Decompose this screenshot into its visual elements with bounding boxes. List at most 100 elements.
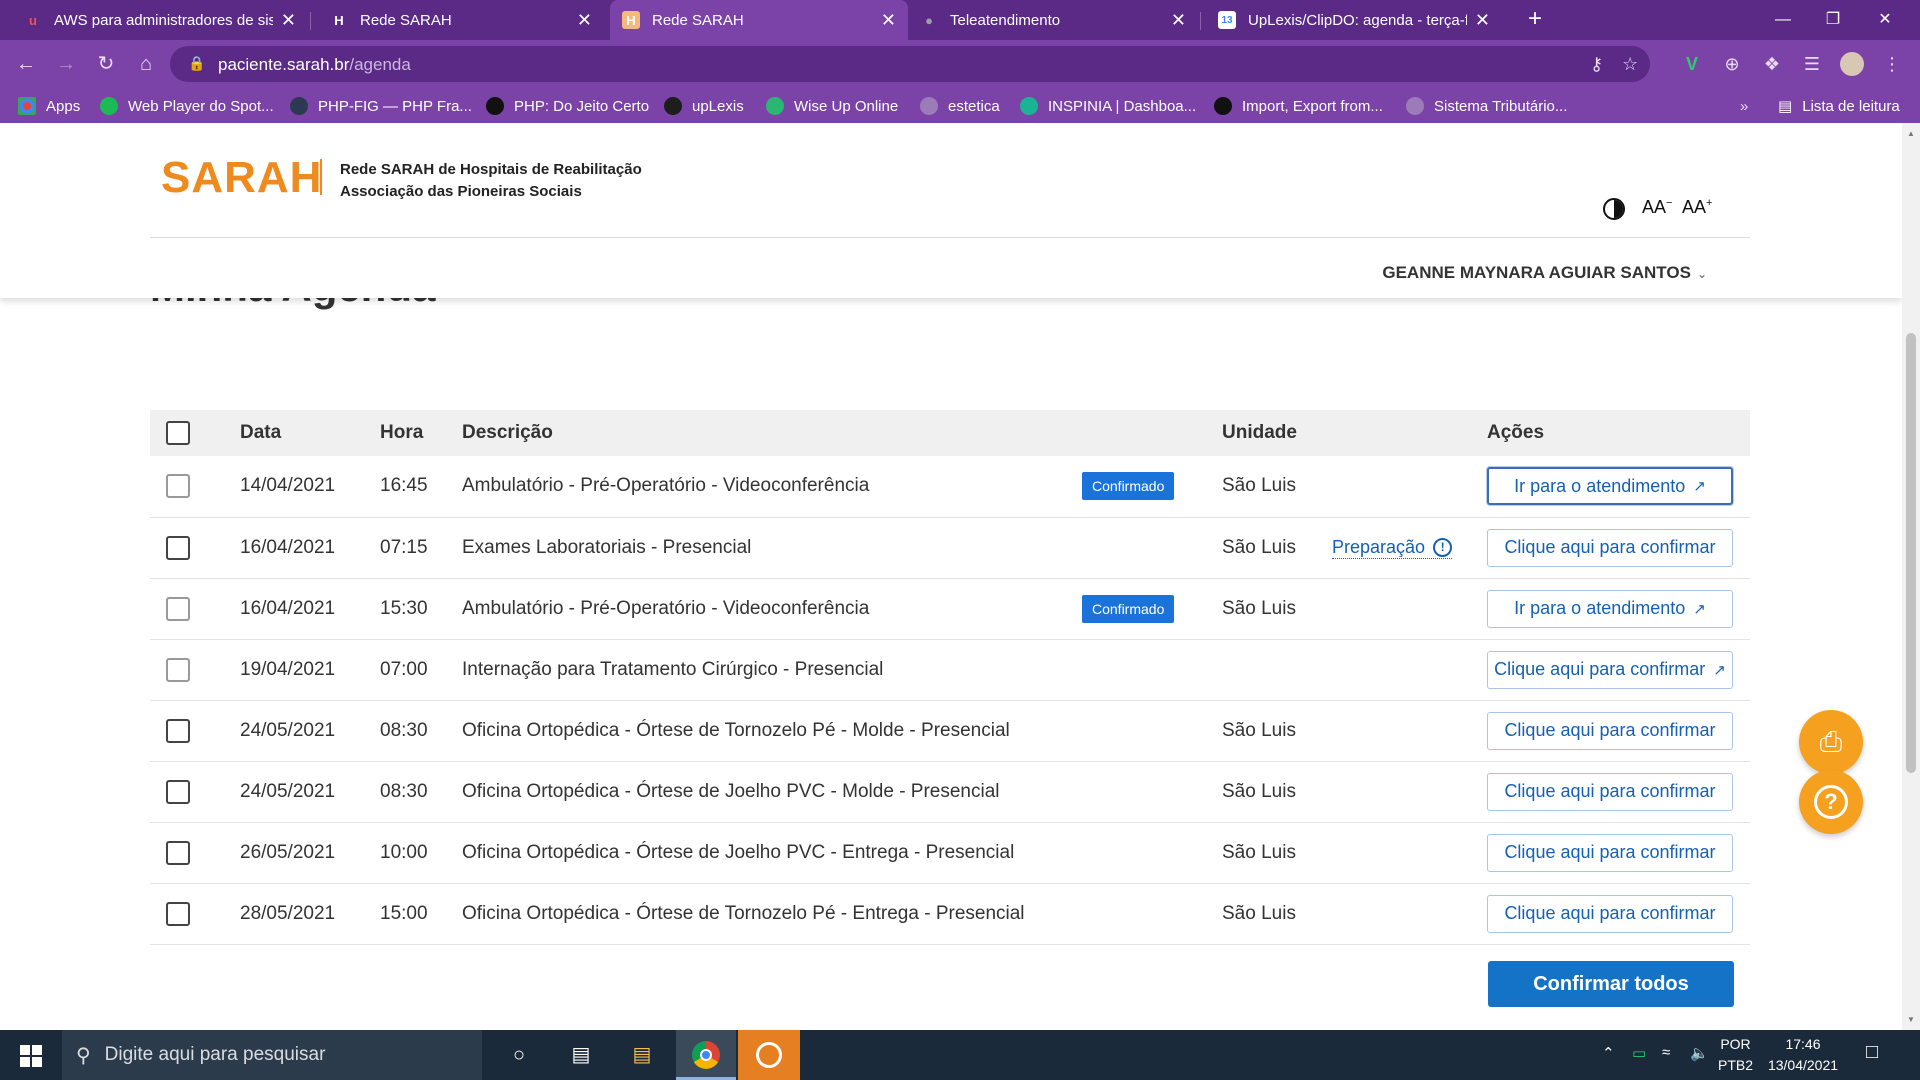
chevron-down-icon: ⌄	[1696, 267, 1707, 281]
scrollbar-thumb[interactable]	[1906, 333, 1916, 773]
close-tab-icon[interactable]: ✕	[881, 10, 896, 31]
bookmark-item[interactable]: upLexis	[664, 95, 744, 117]
row-checkbox[interactable]	[166, 657, 190, 682]
close-window-icon[interactable]: ✕	[1862, 0, 1908, 40]
row-time: 07:00	[380, 639, 462, 701]
row-checkbox[interactable]	[166, 535, 190, 560]
key-icon[interactable]: ⚷	[1590, 54, 1603, 75]
bookmark-item[interactable]: Apps	[18, 95, 80, 117]
reading-list-button[interactable]: ▤ Lista de leitura	[1778, 95, 1900, 117]
forward-icon[interactable]: →	[52, 50, 80, 78]
file-explorer-icon[interactable]: ▤	[627, 1040, 657, 1070]
minimize-icon[interactable]: —	[1760, 0, 1806, 40]
user-menu[interactable]: GEANNE MAYNARA AGUIAR SANTOS ⌄	[1382, 263, 1707, 283]
tray-chevron-icon[interactable]: ⌃	[1602, 1044, 1615, 1062]
user-name: GEANNE MAYNARA AGUIAR SANTOS	[1382, 263, 1691, 282]
bookmark-item[interactable]: PHP-FIG — PHP Fra...	[290, 95, 472, 117]
battery-icon[interactable]: ▭	[1632, 1044, 1646, 1062]
star-icon[interactable]: ☆	[1622, 54, 1638, 75]
task-view-icon[interactable]: ▤	[566, 1040, 596, 1070]
menu-kebab-icon[interactable]: ⋮	[1880, 52, 1904, 76]
language-code: POR	[1720, 1036, 1751, 1052]
app-taskbar-button[interactable]	[738, 1030, 800, 1080]
header-time: Hora	[380, 410, 462, 456]
browser-tab[interactable]: ● Teleatendimento ✕	[908, 0, 1198, 40]
bookmark-item[interactable]: estetica	[920, 95, 1000, 117]
close-tab-icon[interactable]: ✕	[1171, 10, 1186, 31]
confirm-appointment-button[interactable]: Clique aqui para confirmar	[1487, 894, 1733, 933]
browser-tab[interactable]: 13 UpLexis/ClipDO: agenda - terça-f ✕	[1206, 0, 1502, 40]
confirm-appointment-button[interactable]: Clique aqui para confirmar ↗	[1487, 650, 1733, 689]
select-all-checkbox[interactable]	[166, 421, 190, 445]
go-to-appointment-button[interactable]: Ir para o atendimento ↗	[1487, 467, 1733, 506]
page-viewport: Minha Agenda SARAH Rede SARAH de Hospita…	[0, 123, 1902, 1030]
font-increase-button[interactable]: AA+	[1682, 197, 1712, 218]
taskbar-search-box[interactable]: ⚲ Digite aqui para pesquisar	[62, 1030, 482, 1080]
browser-tab[interactable]: H Rede SARAH ✕	[318, 0, 604, 40]
clock[interactable]: 17:46 13/04/2021	[1755, 1034, 1851, 1076]
contrast-toggle-icon[interactable]	[1603, 198, 1625, 220]
close-tab-icon[interactable]: ✕	[281, 10, 296, 31]
header-divider	[150, 237, 1750, 238]
page-scrollbar[interactable]: ▲ ▼	[1902, 123, 1920, 1030]
language-indicator[interactable]: POR PTB2	[1718, 1034, 1753, 1076]
bookmark-label: PHP-FIG — PHP Fra...	[318, 97, 472, 115]
extensions-puzzle-icon[interactable]: ❖	[1760, 52, 1784, 76]
chrome-taskbar-button[interactable]	[676, 1030, 736, 1080]
confirm-appointment-button[interactable]: Clique aqui para confirmar	[1487, 711, 1733, 750]
row-date: 14/04/2021	[240, 456, 380, 518]
wifi-icon[interactable]: ≈	[1662, 1044, 1670, 1061]
windows-start-icon[interactable]	[20, 1045, 42, 1067]
bookmark-item[interactable]: INSPINIA | Dashboa...	[1020, 95, 1196, 117]
confirm-appointment-button[interactable]: Clique aqui para confirmar	[1487, 833, 1733, 872]
notifications-icon[interactable]: □	[1866, 1041, 1878, 1064]
bookmark-item[interactable]: Import, Export from...	[1214, 95, 1383, 117]
go-to-appointment-button[interactable]: Ir para o atendimento ↗	[1487, 589, 1733, 628]
new-tab-button[interactable]: +	[1521, 6, 1549, 34]
print-icon[interactable]: ⎙	[1799, 710, 1863, 774]
bookmark-icon	[1020, 97, 1038, 115]
tab-title: UpLexis/ClipDO: agenda - terça-f	[1248, 11, 1467, 29]
row-checkbox[interactable]	[166, 840, 190, 865]
row-checkbox[interactable]	[166, 901, 190, 926]
font-decrease-button[interactable]: AA−	[1642, 197, 1672, 218]
media-control-icon[interactable]: ☰	[1800, 52, 1824, 76]
confirm-appointment-button[interactable]: Clique aqui para confirmar	[1487, 772, 1733, 811]
row-checkbox[interactable]	[166, 596, 190, 621]
extension-v-icon[interactable]: V	[1680, 52, 1704, 76]
back-icon[interactable]: ←	[12, 50, 40, 78]
chrome-icon	[692, 1041, 720, 1069]
volume-icon[interactable]: 🔈	[1690, 1044, 1709, 1062]
reload-icon[interactable]: ↻	[92, 50, 120, 78]
scroll-up-icon[interactable]: ▲	[1907, 129, 1915, 138]
home-icon[interactable]: ⌂	[132, 50, 160, 78]
bookmark-item[interactable]: Sistema Tributário...	[1406, 95, 1567, 117]
row-checkbox[interactable]	[166, 474, 190, 499]
row-checkbox[interactable]	[166, 718, 190, 743]
browser-tab[interactable]: H Rede SARAH ✕	[610, 0, 908, 40]
row-unit: São Luis	[1222, 700, 1332, 762]
maximize-icon[interactable]: ❐	[1810, 0, 1856, 40]
close-tab-icon[interactable]: ✕	[577, 10, 592, 31]
bookmark-item[interactable]: Wise Up Online	[766, 95, 898, 117]
bookmark-item[interactable]: Web Player do Spot...	[100, 95, 274, 117]
sarah-logo[interactable]: SARAH	[161, 153, 322, 203]
help-icon[interactable]: ?	[1799, 770, 1863, 834]
confirm-all-button[interactable]: Confirmar todos	[1488, 961, 1734, 1007]
row-checkbox[interactable]	[166, 779, 190, 804]
preparation-link[interactable]: Preparação!	[1332, 537, 1453, 559]
browser-toolbar: ← → ↻ ⌂ 🔒 paciente.sarah.br/agenda ⚷ ☆ V…	[0, 40, 1920, 88]
confirm-appointment-button[interactable]: Clique aqui para confirmar	[1487, 528, 1733, 567]
more-bookmarks-icon[interactable]: »	[1740, 95, 1748, 117]
address-bar[interactable]: 🔒 paciente.sarah.br/agenda ⚷ ☆	[170, 46, 1650, 82]
cortana-icon[interactable]: ○	[504, 1040, 534, 1070]
close-tab-icon[interactable]: ✕	[1475, 10, 1490, 31]
scroll-down-icon[interactable]: ▼	[1907, 1015, 1915, 1024]
extension-plus-icon[interactable]: ⊕	[1720, 52, 1744, 76]
row-time: 10:00	[380, 822, 462, 884]
bookmark-label: Web Player do Spot...	[128, 97, 274, 115]
profile-avatar[interactable]	[1840, 52, 1864, 76]
bookmark-item[interactable]: PHP: Do Jeito Certo	[486, 95, 649, 117]
browser-tab[interactable]: u AWS para administradores de sis ✕	[12, 0, 308, 40]
row-unit: São Luis	[1222, 517, 1332, 579]
